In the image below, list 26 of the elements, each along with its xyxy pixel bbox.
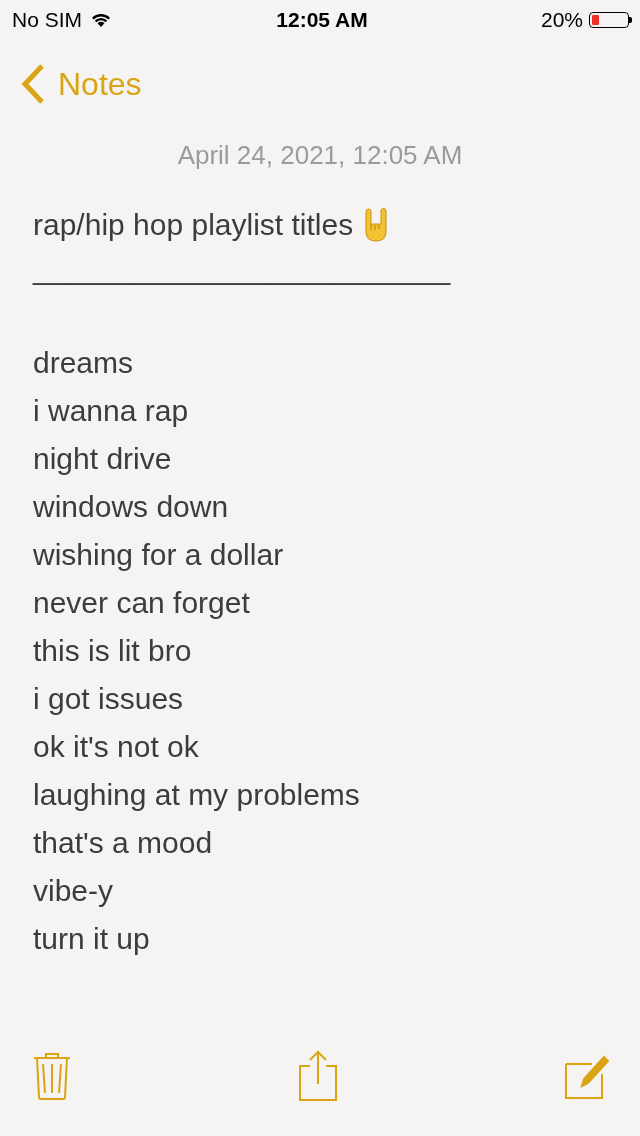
- note-line: ok it's not ok: [33, 729, 200, 765]
- note-line: that's a mood: [33, 825, 214, 861]
- back-button[interactable]: Notes: [0, 63, 142, 105]
- note-line: dreams: [33, 345, 135, 381]
- note-title: rap/hip hop playlist titles: [33, 207, 354, 243]
- note-line: windows down: [33, 489, 230, 525]
- note-line: night drive: [33, 441, 173, 477]
- battery-icon: [589, 12, 632, 28]
- note-date: April 24, 2021, 12:05 AM: [176, 140, 464, 171]
- note-line: this is lit bro: [33, 633, 193, 669]
- divider-underscores: _________________________: [33, 251, 452, 287]
- carrier-label: No SIM: [12, 8, 82, 32]
- note-line: i wanna rap: [33, 393, 190, 429]
- trash-icon[interactable]: [32, 1051, 72, 1101]
- status-time: 12:05 AM: [276, 8, 368, 32]
- note-line: i got issues: [33, 681, 185, 717]
- hand-icon: [363, 208, 390, 242]
- note-line: laughing at my problems: [33, 777, 361, 813]
- note-line: wishing for a dollar: [33, 537, 285, 573]
- wifi-icon: [90, 12, 112, 28]
- note-line: vibe-y: [33, 873, 115, 909]
- note-line: turn it up: [33, 921, 151, 957]
- note-line: never can forget: [33, 585, 251, 621]
- battery-percent: 20%: [540, 8, 583, 32]
- back-chevron-icon: [20, 63, 46, 105]
- share-icon[interactable]: [298, 1050, 338, 1102]
